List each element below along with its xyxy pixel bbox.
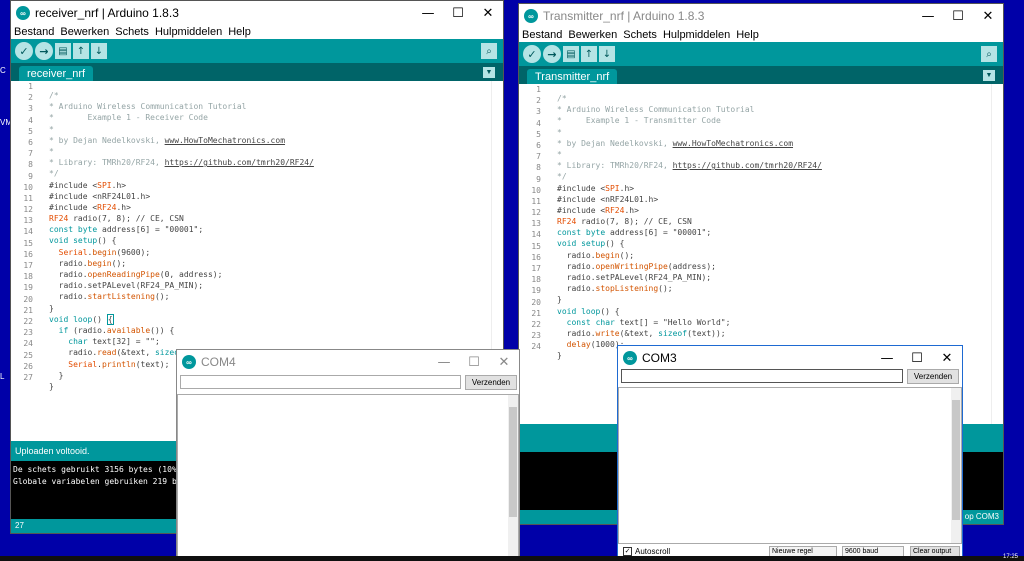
com4-serial-monitor: ∞ COM4 — ☐ ✕ Verzenden xyxy=(176,349,520,561)
close-icon[interactable]: ✕ xyxy=(973,9,1003,24)
title-bar[interactable]: ∞ Transmitter_nrf | Arduino 1.8.3 — ☐ ✕ xyxy=(519,4,1003,28)
upload-icon[interactable]: → xyxy=(543,45,561,63)
serial-send-input[interactable] xyxy=(621,369,903,383)
serial-monitor-icon[interactable]: ⌕ xyxy=(981,46,997,62)
scroll-thumb[interactable] xyxy=(952,400,960,520)
arduino-logo-icon: ∞ xyxy=(16,6,30,20)
editor-scrollbar[interactable] xyxy=(991,84,1003,424)
tab-bar: Transmitter_nrf ▼ xyxy=(519,66,1003,86)
scroll-thumb[interactable] xyxy=(509,407,517,517)
maximize-icon[interactable]: ☐ xyxy=(902,351,932,366)
output-scrollbar[interactable] xyxy=(951,388,961,543)
serial-monitor-icon[interactable]: ⌕ xyxy=(481,43,497,59)
tab-menu-icon[interactable]: ▼ xyxy=(483,67,495,78)
toolbar: ✓ → ▤ ↑ ↓ ⌕ xyxy=(519,42,1003,66)
desktop-edge-text: C xyxy=(0,66,6,75)
maximize-icon[interactable]: ☐ xyxy=(943,9,973,24)
menu-schets[interactable]: Schets xyxy=(623,29,657,41)
line-numbers: 1 2 3 4 5 6 7 8 9 10 11 12 13 14 15 16 17 18 19 20 21 22 23 24 xyxy=(531,85,541,352)
com3-serial-monitor: ∞ COM3 — ☐ ✕ Verzenden ✓ Autoscroll Nieu… xyxy=(617,345,963,561)
menu-bestand[interactable]: Bestand xyxy=(14,26,54,38)
save-icon[interactable]: ↓ xyxy=(91,43,107,59)
maximize-icon[interactable]: ☐ xyxy=(443,6,473,21)
window-title: COM3 xyxy=(642,351,677,365)
maximize-icon[interactable]: ☐ xyxy=(459,355,489,370)
close-icon[interactable]: ✕ xyxy=(932,351,962,366)
save-icon[interactable]: ↓ xyxy=(599,46,615,62)
desktop-edge-text: L xyxy=(0,372,5,381)
menu-bewerken[interactable]: Bewerken xyxy=(568,29,617,41)
taskbar-clock: 17:25 xyxy=(1002,554,1018,560)
port-indicator: op COM3 xyxy=(964,512,999,521)
minimize-icon[interactable]: — xyxy=(413,6,443,21)
verify-icon[interactable]: ✓ xyxy=(523,45,541,63)
minimize-icon[interactable]: — xyxy=(429,355,459,370)
close-icon[interactable]: ✕ xyxy=(489,355,519,370)
output-scrollbar[interactable] xyxy=(508,395,518,560)
menu-help[interactable]: Help xyxy=(736,29,759,41)
send-button[interactable]: Verzenden xyxy=(907,369,959,384)
autoscroll-label: Autoscroll xyxy=(635,547,671,556)
menu-help[interactable]: Help xyxy=(228,26,251,38)
code-text: /* * Arduino Wireless Communication Tutor… xyxy=(557,94,822,361)
menu-bestand[interactable]: Bestand xyxy=(522,29,562,41)
menu-hulpmiddelen[interactable]: Hulpmiddelen xyxy=(663,29,730,41)
open-icon[interactable]: ↑ xyxy=(73,43,89,59)
close-icon[interactable]: ✕ xyxy=(473,6,503,21)
minimize-icon[interactable]: — xyxy=(913,9,943,24)
arduino-logo-icon: ∞ xyxy=(623,351,637,365)
window-title: receiver_nrf | Arduino 1.8.3 xyxy=(35,6,179,20)
serial-send-input[interactable] xyxy=(180,375,461,389)
menu-bar: Bestand Bewerken Schets Hulpmiddelen Hel… xyxy=(11,25,503,39)
taskbar-strip xyxy=(0,556,1024,561)
window-title: Transmitter_nrf | Arduino 1.8.3 xyxy=(543,9,705,23)
send-button[interactable]: Verzenden xyxy=(465,375,517,390)
line-numbers: 1 2 3 4 5 6 7 8 9 10 11 12 13 14 15 16 17 18 19 20 21 22 23 24 2… xyxy=(23,82,33,382)
minimize-icon[interactable]: — xyxy=(872,351,902,366)
title-bar[interactable]: ∞ receiver_nrf | Arduino 1.8.3 — ☐ ✕ xyxy=(11,1,503,25)
menu-schets[interactable]: Schets xyxy=(115,26,149,38)
arduino-logo-icon: ∞ xyxy=(182,355,196,369)
toolbar: ✓ → ▤ ↑ ↓ ⌕ xyxy=(11,39,503,63)
menu-hulpmiddelen[interactable]: Hulpmiddelen xyxy=(155,26,222,38)
new-icon[interactable]: ▤ xyxy=(55,43,71,59)
arduino-logo-icon: ∞ xyxy=(524,9,538,23)
serial-output-area xyxy=(618,387,962,544)
new-icon[interactable]: ▤ xyxy=(563,46,579,62)
verify-icon[interactable]: ✓ xyxy=(15,42,33,60)
window-title: COM4 xyxy=(201,355,236,369)
line-indicator: 27 xyxy=(15,521,24,530)
tab-bar: receiver_nrf ▼ xyxy=(11,63,503,83)
open-icon[interactable]: ↑ xyxy=(581,46,597,62)
tab-menu-icon[interactable]: ▼ xyxy=(983,70,995,81)
autoscroll-checkbox[interactable]: ✓ xyxy=(623,547,632,556)
menu-bar: Bestand Bewerken Schets Hulpmiddelen Hel… xyxy=(519,28,1003,42)
title-bar[interactable]: ∞ COM4 — ☐ ✕ xyxy=(177,350,519,374)
upload-icon[interactable]: → xyxy=(35,42,53,60)
serial-output-area xyxy=(177,394,519,560)
title-bar[interactable]: ∞ COM3 — ☐ ✕ xyxy=(618,346,962,370)
menu-bewerken[interactable]: Bewerken xyxy=(60,26,109,38)
